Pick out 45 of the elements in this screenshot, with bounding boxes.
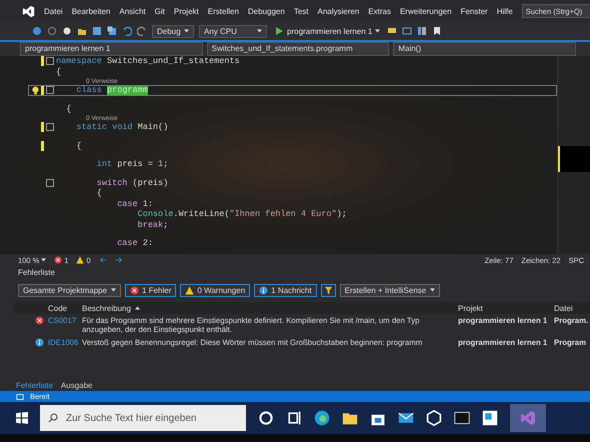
code-line: { <box>96 188 102 198</box>
configuration-dropdown[interactable]: Debug <box>152 24 194 38</box>
member-dropdown[interactable]: Main() <box>393 42 576 56</box>
menu-item[interactable]: Extras <box>368 6 391 16</box>
code-line: namespace Switches_und_If_statements <box>56 56 240 66</box>
code-line: break; <box>136 220 168 230</box>
menu-item[interactable]: Analysieren <box>317 6 360 16</box>
menu-item[interactable]: Erstellen <box>208 6 239 16</box>
platform-dropdown[interactable]: Any CPU <box>199 24 267 38</box>
menu-item[interactable]: Erweiterungen <box>400 6 452 16</box>
scope-dropdown[interactable]: Gesamte Projektmappe <box>18 284 122 296</box>
code-line: case 1: <box>116 198 153 209</box>
column-header[interactable]: Code <box>48 304 78 312</box>
column-header[interactable]: Datei <box>554 304 590 312</box>
code-line: switch (preis) <box>96 178 168 188</box>
class-dropdown[interactable]: Switches_und_If_statements.programm <box>206 42 390 56</box>
column-header[interactable]: Projekt <box>458 304 550 312</box>
menu-item[interactable]: Projekt <box>174 6 199 16</box>
menu-item[interactable]: Hilfe <box>496 6 513 16</box>
code-line: { <box>65 104 72 114</box>
taskbar-search-field[interactable]: Zur Suche Text hier eingeben <box>40 405 246 431</box>
panel-tab[interactable]: Ausgabe <box>60 380 92 390</box>
code-line: { <box>56 66 62 77</box>
filter-toggle[interactable]: 1 Nachricht <box>254 284 317 296</box>
menu-item[interactable]: Bearbeiten <box>72 6 110 16</box>
code-line: Console.WriteLine("Ihnen fehlen 4 Euro"); <box>136 209 347 220</box>
filter-toggle[interactable]: 1 Fehler <box>125 284 176 296</box>
code-line: static void Main() <box>75 122 168 132</box>
filter-toggle[interactable]: 0 Warnungen <box>180 284 250 296</box>
code-line: int preis = 1; <box>96 159 168 170</box>
code-line: case 2: <box>116 238 153 248</box>
column-header[interactable]: Beschreibung <box>82 304 454 312</box>
source-dropdown[interactable]: Erstellen + IntelliSense <box>340 284 440 296</box>
menu-item[interactable]: Ansicht <box>119 6 146 16</box>
code-line: class programm <box>75 85 148 96</box>
panel-tab[interactable]: Fehlerliste <box>16 380 53 390</box>
panel-title: Fehlerliste <box>17 267 56 279</box>
project-dropdown[interactable]: programmieren lernen 1 <box>20 42 203 56</box>
menu-item[interactable]: Fenster <box>460 6 488 16</box>
start-button[interactable]: programmieren lernen 1 <box>272 26 382 36</box>
menu-item[interactable]: Test <box>294 6 308 16</box>
menu-item[interactable]: Datei <box>44 6 63 16</box>
code-line: { <box>75 140 82 151</box>
menu-item[interactable]: Git <box>154 6 165 16</box>
menu-item[interactable]: Debuggen <box>248 6 285 16</box>
